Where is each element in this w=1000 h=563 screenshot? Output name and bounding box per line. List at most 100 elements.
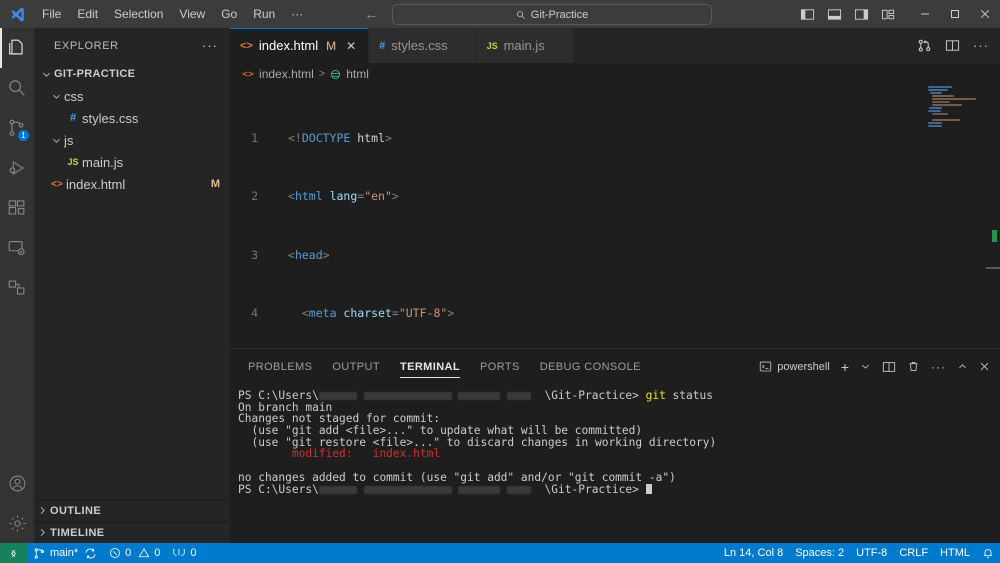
panel-tab-ports[interactable]: PORTS <box>470 349 530 384</box>
search-icon <box>6 77 28 99</box>
tree-item-styles-css[interactable]: # styles.css <box>34 107 230 129</box>
kill-terminal-icon[interactable] <box>907 360 920 373</box>
window-controls-area <box>800 0 1000 28</box>
panel-tab-terminal[interactable]: TERMINAL <box>390 349 470 384</box>
terminal-output[interactable]: PS C:\Users\ \Git-Practice> git status O… <box>230 384 1000 543</box>
minimap-line <box>932 119 960 121</box>
remote-explorer-icon <box>6 237 28 259</box>
css-icon: # <box>69 112 77 124</box>
window-maximize-button[interactable] <box>940 0 970 28</box>
activity-item-run-and-debug[interactable] <box>0 148 34 188</box>
tree-item-main-js[interactable]: JS main.js <box>34 151 230 173</box>
tree-root-git-practice[interactable]: GIT-PRACTICE <box>34 63 230 85</box>
more-actions-icon[interactable]: ··· <box>973 38 989 53</box>
activity-item-testing[interactable] <box>0 268 34 308</box>
activity-item-explorer[interactable] <box>0 28 34 68</box>
window-close-button[interactable] <box>970 0 1000 28</box>
status-remote-indicator[interactable] <box>0 543 27 563</box>
new-terminal-icon[interactable]: + <box>841 359 849 375</box>
activity-item-remote-explorer[interactable] <box>0 228 34 268</box>
status-ports[interactable]: 0 <box>166 543 202 563</box>
minimap-line <box>932 95 954 97</box>
customize-layout-icon[interactable] <box>881 7 896 22</box>
chevron-down-icon <box>48 91 64 102</box>
line-text: <meta charset="UTF-8"> <box>301 305 455 320</box>
overview-cursor-mark <box>986 267 1000 269</box>
js-icon: JS <box>67 157 79 167</box>
terminal-shell-name: powershell <box>777 360 830 373</box>
status-language-mode[interactable]: HTML <box>934 543 976 563</box>
panel-actions: powershell + ··· <box>759 359 1000 375</box>
menu-file[interactable]: File <box>34 3 69 25</box>
status-indentation[interactable]: Spaces: 2 <box>789 543 850 563</box>
panel-tab-output[interactable]: OUTPUT <box>322 349 390 384</box>
tree-item-index-html[interactable]: <> index.html M <box>34 173 230 195</box>
editor-text-area[interactable]: 1 <!DOCTYPE html> 2 <html lang="en"> 3 <hea… <box>230 85 1000 348</box>
split-terminal-icon[interactable] <box>882 360 896 374</box>
status-encoding[interactable]: UTF-8 <box>850 543 893 563</box>
tab-styles-css[interactable]: # styles.css <box>369 28 477 63</box>
workbench-body: 1 EXPLORER ··· GIT-PRACTICE css # styles… <box>0 28 1000 543</box>
menu-view[interactable]: View <box>171 3 213 25</box>
tab-label: styles.css <box>391 38 448 53</box>
chevron-down-icon[interactable] <box>860 361 871 372</box>
menu-edit[interactable]: Edit <box>69 3 106 25</box>
activity-item-accounts[interactable] <box>0 463 34 503</box>
sidebar-section-label: TIMELINE <box>50 526 105 539</box>
js-icon: JS <box>486 40 498 51</box>
toggle-primary-sidebar-icon[interactable] <box>800 7 815 22</box>
tree-item-css[interactable]: css <box>34 85 230 107</box>
terminal-shell-selector[interactable]: powershell <box>759 360 830 373</box>
breadcrumb: <> index.html > html <box>230 63 1000 85</box>
css-icon: # <box>379 39 386 52</box>
status-cursor-position[interactable]: Ln 14, Col 8 <box>718 543 789 563</box>
chevron-up-icon[interactable] <box>957 361 968 372</box>
line-text: <head> <box>288 247 330 262</box>
menu-run[interactable]: Run <box>245 3 283 25</box>
tab-main-js[interactable]: JS main.js <box>476 28 574 63</box>
sidebar-section-outline[interactable]: OUTLINE <box>34 499 230 521</box>
sidebar-more-actions-icon[interactable]: ··· <box>202 38 222 53</box>
breadcrumb-symbol[interactable]: html <box>346 67 369 81</box>
breadcrumb-file[interactable]: index.html <box>259 67 314 81</box>
toggle-secondary-sidebar-icon[interactable] <box>854 7 869 22</box>
window-minimize-button[interactable] <box>910 0 940 28</box>
menu-selection[interactable]: Selection <box>106 3 171 25</box>
close-panel-icon[interactable] <box>979 361 990 372</box>
activity-item-search[interactable] <box>0 68 34 108</box>
status-problems[interactable]: 0 0 <box>103 543 166 563</box>
menu-more[interactable]: ··· <box>283 3 311 25</box>
toggle-panel-icon[interactable] <box>827 7 842 22</box>
back-arrow-icon[interactable]: ← <box>363 6 379 22</box>
more-actions-icon[interactable]: ··· <box>931 360 946 374</box>
split-editor-icon[interactable] <box>945 38 960 53</box>
tab-index-html[interactable]: <> index.html M ✕ <box>230 28 370 63</box>
panel-tab-debug-console[interactable]: DEBUG CONSOLE <box>530 349 651 384</box>
status-eol[interactable]: CRLF <box>893 543 934 563</box>
activity-item-settings[interactable] <box>0 503 34 543</box>
status-branch[interactable]: main* <box>27 543 103 563</box>
panel-tab-problems[interactable]: PROBLEMS <box>238 349 322 384</box>
tree-item-js[interactable]: js <box>34 129 230 151</box>
menu-go[interactable]: Go <box>213 3 245 25</box>
sidebar-title: EXPLORER <box>54 39 119 52</box>
tree-item-modified-flag: M <box>210 178 220 190</box>
command-center[interactable]: Git-Practice <box>392 4 712 25</box>
sidebar-section-timeline[interactable]: TIMELINE <box>34 521 230 543</box>
terminal-line: PS C:\Users\ \Git-Practice> git status <box>238 389 713 402</box>
editor-overview-ruler[interactable] <box>986 85 1000 348</box>
tree-item-label: css <box>64 88 84 104</box>
minimap-line <box>928 122 942 124</box>
activity-item-source-control[interactable]: 1 <box>0 108 34 148</box>
activity-item-extensions[interactable] <box>0 188 34 228</box>
chevron-right-icon <box>34 527 50 538</box>
status-notifications[interactable] <box>976 543 1000 563</box>
code-content: 1 <!DOCTYPE html> 2 <html lang="en"> 3 <hea… <box>230 85 1000 348</box>
vscode-logo-icon <box>0 6 34 23</box>
tab-close-icon[interactable]: ✕ <box>344 39 358 53</box>
open-changes-icon[interactable] <box>917 38 932 53</box>
layout-controls <box>800 7 910 22</box>
line-text: <!DOCTYPE html> <box>288 130 392 145</box>
minimap[interactable] <box>926 85 986 348</box>
account-icon <box>7 473 28 494</box>
